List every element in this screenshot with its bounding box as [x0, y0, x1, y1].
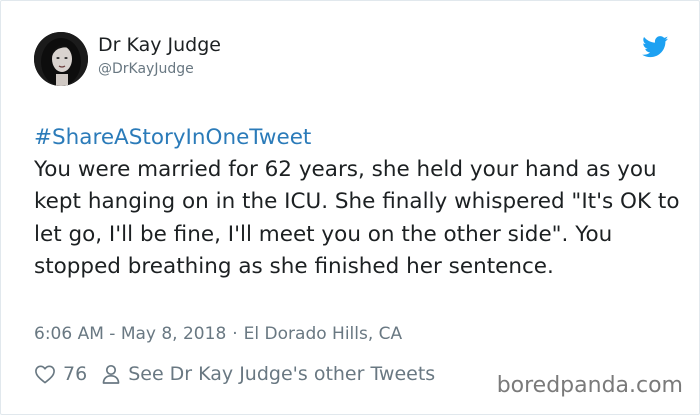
- like-count[interactable]: 76: [63, 363, 87, 385]
- tweet-card: Dr Kay Judge @DrKayJudge #ShareAStoryInO…: [0, 0, 700, 415]
- meta-separator: ·: [232, 324, 238, 344]
- tweet-text: #ShareAStoryInOneTweet You were married …: [34, 122, 684, 283]
- tweet-timestamp[interactable]: 6:06 AM - May 8, 2018: [34, 324, 226, 344]
- other-tweets-link[interactable]: See Dr Kay Judge's other Tweets: [128, 363, 435, 385]
- tweet-location[interactable]: El Dorado Hills, CA: [244, 324, 402, 344]
- tweet-actions: 76 See Dr Kay Judge's other Tweets: [34, 360, 435, 388]
- tweet-meta: 6:06 AM - May 8, 2018 · El Dorado Hills, C…: [34, 324, 402, 344]
- author-display-name[interactable]: Dr Kay Judge: [98, 34, 221, 56]
- heart-icon[interactable]: [34, 364, 56, 384]
- tweet-body: You were married for 62 years, she held …: [34, 157, 680, 279]
- author-screen-name[interactable]: @DrKayJudge: [98, 61, 194, 77]
- watermark: boredpanda.com: [496, 373, 683, 398]
- twitter-bird-icon[interactable]: [642, 36, 669, 58]
- hashtag-link[interactable]: #ShareAStoryInOneTweet: [34, 122, 684, 154]
- avatar[interactable]: [34, 32, 88, 86]
- person-icon[interactable]: [102, 364, 120, 384]
